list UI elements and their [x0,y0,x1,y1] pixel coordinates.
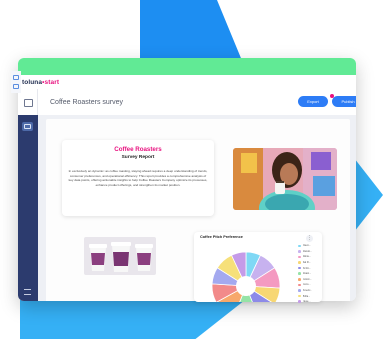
legend-label-3: Sal R... [302,261,311,265]
legend-swatch-1 [298,250,301,253]
legend-label-7: Coco... [302,283,311,287]
background-shape-bottom [20,300,245,339]
legend-swatch-8 [298,289,301,292]
image-tool-icon[interactable] [13,75,19,80]
layout-icon[interactable] [24,99,33,107]
notification-dot [330,94,334,98]
chart-legend: Flavo... Rando... Winte... Sal R... At Ro...… [298,243,322,305]
report-intro-card[interactable]: Coffee Roasters Survey Report In exclusi… [62,140,214,216]
sidebar-top [18,89,38,115]
legend-label-0: Flavo... [302,244,311,248]
cups-photo-image [84,237,156,275]
legend-swatch-10 [298,300,301,304]
report-icon[interactable] [22,122,33,131]
chart-menu-icon[interactable]: ⋮ [306,235,313,242]
legend-swatch-7 [298,283,301,287]
legend-label-2: Winte... [302,255,312,259]
legend-swatch-2 [298,255,301,259]
logo-text: toluna [22,78,43,86]
legend-label-4: At Ro... [302,266,311,270]
export-button[interactable]: Export [298,96,328,107]
legend-label-10: Nese... [302,300,311,304]
toolstrip [11,71,21,93]
coffee-cups-photo[interactable] [84,237,156,275]
survey-title[interactable]: Coffee Roasters survey [50,99,123,106]
legend-swatch-5 [298,272,301,276]
legend-swatch-9 [298,294,301,298]
woman-photo-image [233,148,337,210]
legend-label-8: Americ... [302,289,313,293]
legend-swatch-6 [298,278,301,281]
sidebar [18,89,38,301]
legend-label-5: Roast... [302,272,312,276]
legend-swatch-3 [298,261,301,264]
legend-label-1: Rando... [302,249,313,253]
app-topbar: toluna•start [18,75,356,90]
legend-swatch-4 [298,266,301,270]
chart-tool-icon[interactable] [13,84,19,89]
window-accent-bar [18,58,356,75]
publish-button[interactable]: Publish [330,94,356,107]
pie-center-hole [236,276,256,296]
report-body-text: In exclusively an dynamic: as coffee roa… [68,169,208,187]
logo-accent-text: start [44,78,60,86]
report-subtitle: Survey Report [121,155,155,160]
menu-icon[interactable] [24,289,31,295]
report-title: Coffee Roasters [114,146,162,153]
legend-item-10[interactable]: Nese... [298,299,322,305]
pie-chart-card[interactable]: Coffee Pitch Preference ⋮ Flavo... Rando.… [194,232,322,305]
publish-label: Publish [341,99,355,104]
editor-header: Coffee Roasters survey Export Publish [38,89,356,116]
legend-label-9: Brilla... [302,294,311,298]
app-logo[interactable]: toluna•start [22,79,59,86]
legend-swatch-0 [298,244,301,248]
woman-coffee-photo[interactable] [233,148,337,210]
legend-label-6: Colom... [302,277,312,281]
pie-chart [211,251,281,302]
